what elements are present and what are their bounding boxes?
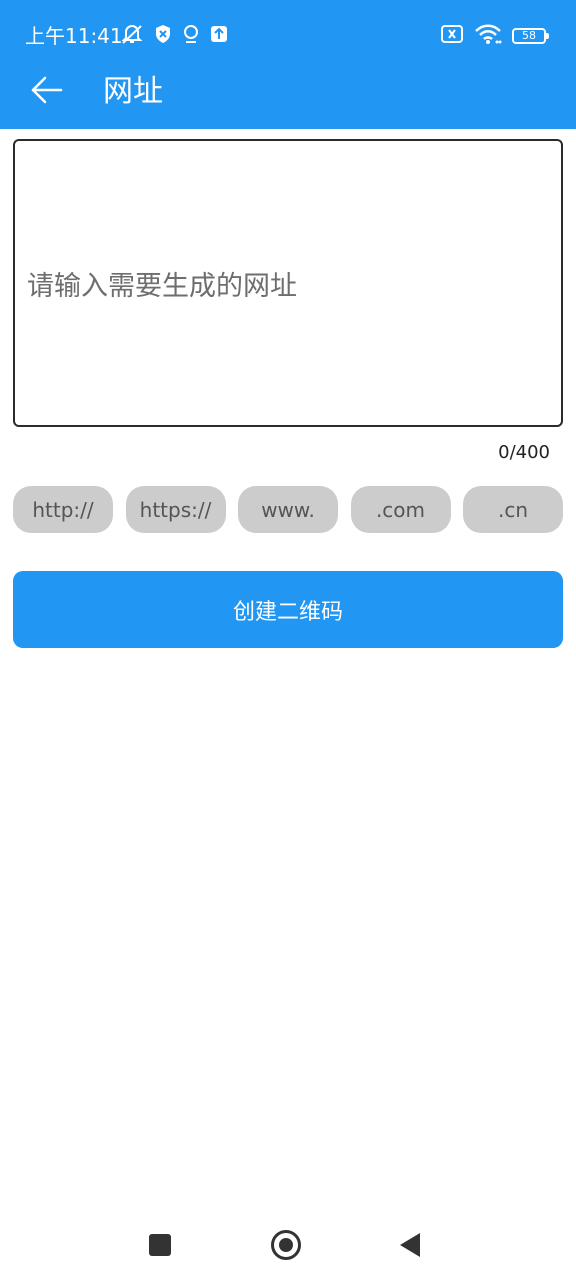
system-nav-bar [0, 1210, 576, 1280]
recents-square-icon[interactable] [149, 1234, 171, 1256]
muted-alarm-icon [120, 23, 144, 49]
page-title: 网址 [103, 74, 163, 109]
app-bar: 网址 [0, 72, 576, 129]
create-qrcode-button[interactable]: 创建二维码 [13, 571, 563, 648]
chip-cn[interactable]: .cn [463, 486, 563, 533]
home-circle-icon[interactable] [271, 1230, 301, 1260]
url-prefix-chips: http:// https:// www. .com .cn [13, 486, 563, 533]
back-button[interactable] [22, 72, 70, 112]
arrow-left-icon [29, 75, 63, 109]
chip-http[interactable]: http:// [13, 486, 113, 533]
battery-level: 58 [522, 29, 536, 42]
chip-www[interactable]: www. [238, 486, 338, 533]
status-icons-left [120, 25, 228, 47]
status-time: 上午11:41 [25, 24, 123, 48]
char-counter: 0/400 [498, 442, 550, 463]
status-bar: 上午11:41 58 [0, 0, 576, 72]
url-input[interactable]: 请输入需要生成的网址 [13, 139, 563, 427]
battery-icon: 58 [512, 28, 549, 44]
chip-https[interactable]: https:// [125, 486, 226, 533]
back-triangle-icon[interactable] [400, 1233, 420, 1257]
shield-icon [154, 24, 172, 48]
location-icon [182, 24, 200, 48]
upload-icon [210, 25, 228, 47]
url-input-placeholder: 请输入需要生成的网址 [27, 270, 297, 302]
chip-com[interactable]: .com [350, 486, 451, 533]
wifi-icon [474, 23, 502, 49]
home-dot [279, 1238, 293, 1252]
sim-x-icon [440, 24, 464, 48]
status-icons-right: 58 [440, 23, 549, 49]
